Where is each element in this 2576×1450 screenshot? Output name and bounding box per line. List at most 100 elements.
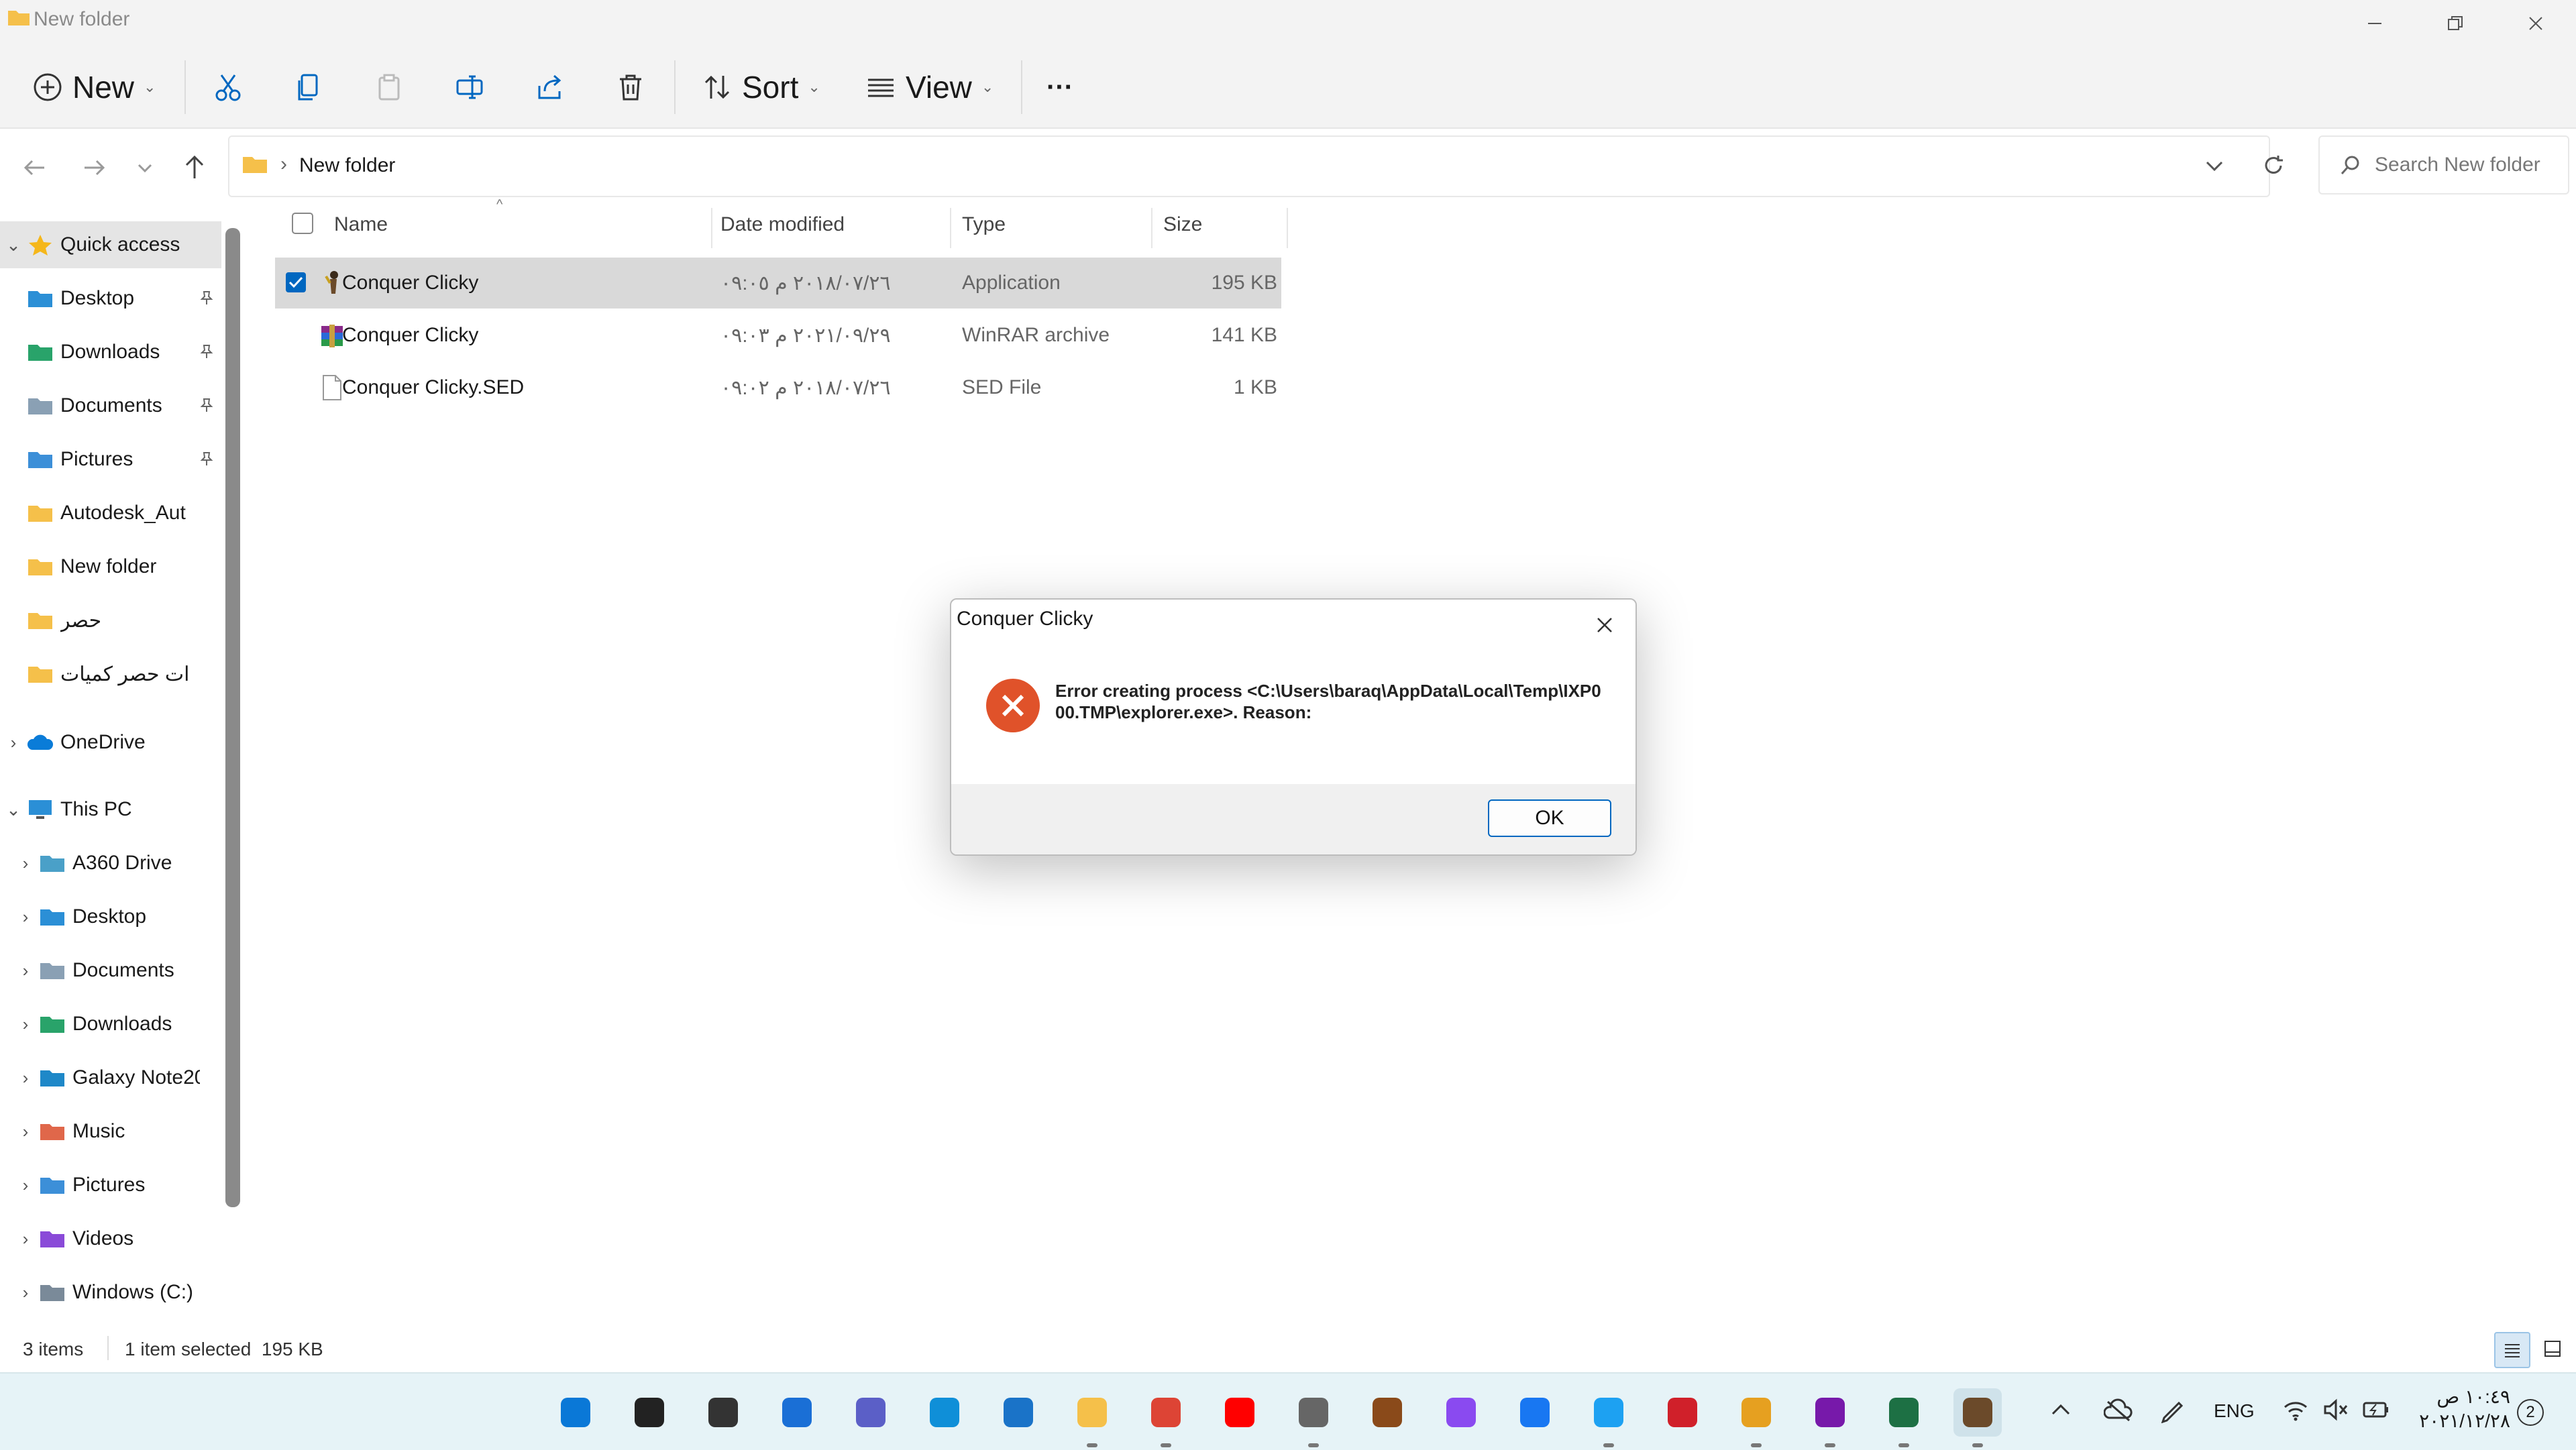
sidebar-item-pc-0[interactable]: › A360 Drive	[0, 840, 233, 887]
edge-button[interactable]	[920, 1388, 969, 1437]
sidebar-item-label: Desktop	[72, 905, 147, 928]
chrome-button[interactable]	[1142, 1388, 1190, 1447]
onedrive-tray-icon[interactable]	[2103, 1398, 2133, 1425]
back-button[interactable]	[16, 149, 54, 186]
sidebar-item-this-pc[interactable]: ⌄ This PC	[0, 786, 221, 833]
minimize-button[interactable]	[2334, 0, 2415, 47]
running-indicator	[1161, 1443, 1171, 1447]
sidebar-item-pc-6[interactable]: › Pictures	[0, 1162, 233, 1209]
view-button[interactable]: View ⌄	[865, 64, 994, 111]
language-indicator[interactable]: ENG	[2214, 1400, 2255, 1422]
sidebar-item-label: Galaxy Note20	[72, 1066, 200, 1089]
sidebar-item-quick-2[interactable]: Documents	[0, 382, 221, 429]
sidebar-item-quick-3[interactable]: Pictures	[0, 436, 221, 483]
select-all-checkbox[interactable]	[291, 212, 314, 235]
sidebar-item-quick-0[interactable]: Desktop	[0, 275, 221, 322]
game-button[interactable]	[1363, 1388, 1411, 1437]
row-checkbox[interactable]	[284, 271, 307, 294]
column-header-type[interactable]: Type	[962, 201, 1006, 248]
chevron-right-icon: ›	[10, 732, 17, 752]
store-button[interactable]	[994, 1388, 1042, 1437]
facebook-button[interactable]	[1511, 1388, 1559, 1437]
sidebar-item-quick-5[interactable]: New folder	[0, 543, 221, 590]
pen-tray-icon[interactable]	[2159, 1396, 2186, 1427]
restore-button[interactable]	[2415, 0, 2496, 47]
cut-button[interactable]	[207, 66, 250, 109]
recent-locations-button[interactable]	[126, 149, 164, 186]
dialog-close-button[interactable]	[1585, 605, 1625, 645]
sidebar-item-quick-6[interactable]: حصر	[0, 597, 221, 644]
taskbar: ENG ١٠:٤٩ ص ٢٠٢١/١٢/٢٨ 2	[0, 1372, 2576, 1450]
sidebar-item-pc-1[interactable]: › Desktop	[0, 893, 233, 940]
onenote-button[interactable]	[1806, 1388, 1854, 1447]
sidebar-item-pc-3[interactable]: › Downloads	[0, 1001, 233, 1048]
sidebar-item-pc-2[interactable]: › Documents	[0, 947, 233, 994]
address-bar[interactable]: › New folder	[228, 135, 2283, 197]
sidebar-item-quick-1[interactable]: Downloads	[0, 329, 221, 376]
sidebar-item-pc-8[interactable]: › Windows (C:)	[0, 1269, 233, 1316]
paste-button[interactable]	[368, 66, 411, 109]
show-hidden-icons-button[interactable]	[2049, 1398, 2073, 1425]
breadcrumb-current[interactable]: New folder	[299, 154, 395, 177]
copy-button[interactable]	[287, 66, 330, 109]
twitter-button[interactable]	[1585, 1388, 1633, 1447]
clock-time[interactable]: ١٠:٤٩ ص	[2410, 1386, 2510, 1408]
excel-button[interactable]	[1880, 1388, 1928, 1447]
delete-button[interactable]	[609, 66, 652, 109]
file-row[interactable]: Conquer Clicky.SED ٢٠١٨/٠٧/٢٦ م ٠٩:٠٢ SED …	[275, 362, 1281, 413]
sidebar-item-pc-5[interactable]: › Music	[0, 1108, 233, 1155]
file-explorer-button[interactable]	[1068, 1388, 1116, 1447]
details-view-button[interactable]	[2494, 1332, 2530, 1368]
sidebar-item-quick-4[interactable]: Autodesk_Aut	[0, 490, 221, 537]
status-divider	[107, 1336, 109, 1360]
clock-date[interactable]: ٢٠٢١/١٢/٢٨	[2410, 1410, 2510, 1432]
refresh-icon[interactable]	[2262, 154, 2285, 177]
volume-muted-icon[interactable]	[2322, 1398, 2349, 1425]
conquer-clicky-button[interactable]	[1953, 1388, 2002, 1447]
youtube-button[interactable]	[1216, 1388, 1264, 1437]
twitter-icon	[1594, 1398, 1623, 1427]
wifi-icon[interactable]	[2282, 1398, 2309, 1425]
sidebar-item-quick-7[interactable]: ات حصر كميات	[0, 651, 221, 698]
start-button[interactable]	[551, 1388, 600, 1437]
excel-icon	[1889, 1398, 1919, 1427]
up-button[interactable]	[176, 149, 213, 186]
search-box[interactable]: Search New folder	[2318, 135, 2569, 194]
file-row[interactable]: Conquer Clicky ٢٠٢١/٠٩/٢٩ م ٠٩:٠٣ WinRAR a…	[275, 310, 1281, 361]
autocad-button[interactable]	[1658, 1388, 1707, 1437]
winrar-icon	[321, 325, 343, 347]
file-row[interactable]: Conquer Clicky ٢٠١٨/٠٧/٢٦ م ٠٩:٠٥ Applicat…	[275, 258, 1281, 309]
sidebar-scrollbar[interactable]	[225, 228, 240, 1207]
new-button[interactable]: New ⌄	[32, 64, 156, 111]
new-label: New	[72, 70, 135, 105]
column-header-date[interactable]: Date modified	[720, 201, 845, 248]
dialog-title: Conquer Clicky	[957, 608, 1093, 630]
widgets-button[interactable]	[773, 1388, 821, 1437]
forward-button[interactable]	[75, 149, 113, 186]
color-app-button[interactable]	[1732, 1388, 1780, 1447]
notification-badge[interactable]: 2	[2517, 1399, 2544, 1426]
sidebar-item-onedrive[interactable]: › OneDrive	[0, 719, 221, 766]
column-header-name[interactable]: Name	[334, 201, 388, 248]
teams-chat-button[interactable]	[847, 1388, 895, 1437]
close-window-button[interactable]	[2496, 0, 2576, 47]
task-view-button[interactable]	[699, 1388, 747, 1437]
ok-button[interactable]: OK	[1488, 799, 1611, 837]
calculator-button[interactable]	[1289, 1388, 1338, 1447]
column-header-size[interactable]: Size	[1163, 201, 1202, 248]
messenger-button[interactable]	[1437, 1388, 1485, 1437]
search-button[interactable]	[625, 1388, 674, 1437]
chevron-down-icon[interactable]	[2204, 156, 2224, 176]
onedrive-cloud-icon	[27, 734, 54, 750]
task-view-icon	[708, 1398, 738, 1427]
battery-charging-icon[interactable]	[2363, 1399, 2390, 1424]
chevron-down-icon: ⌄	[808, 78, 820, 95]
more-options-button[interactable]: ···	[1046, 64, 1073, 111]
rename-button[interactable]	[448, 66, 491, 109]
sidebar-item-pc-7[interactable]: › Videos	[0, 1215, 233, 1262]
sidebar-item-quick-access[interactable]: ⌄ Quick access	[0, 221, 221, 268]
share-button[interactable]	[529, 66, 572, 109]
sort-button[interactable]: Sort ⌄	[702, 64, 820, 111]
tiles-view-button[interactable]	[2536, 1332, 2569, 1365]
sidebar-item-pc-4[interactable]: › Galaxy Note20	[0, 1054, 233, 1101]
